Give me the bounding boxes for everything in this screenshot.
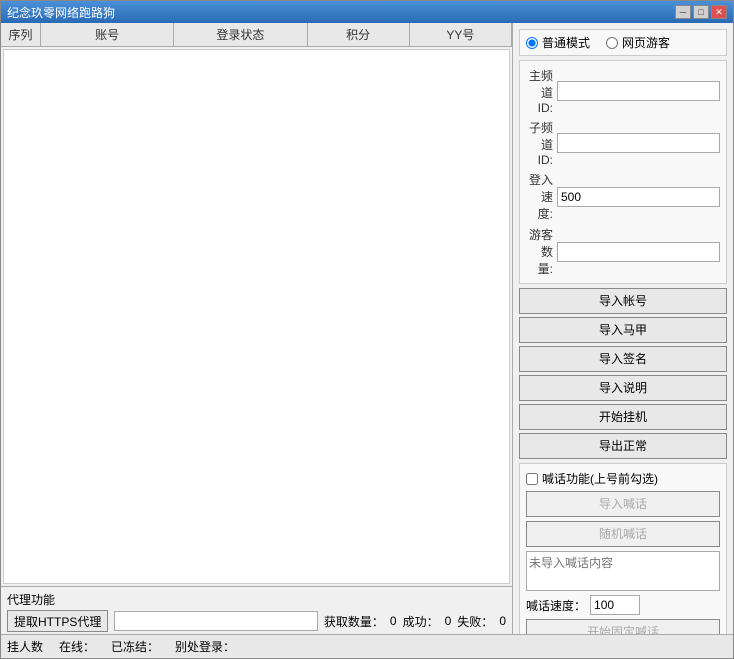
close-button[interactable]: ✕ (711, 5, 727, 19)
shout-speed-row: 喊话速度： (526, 595, 720, 615)
import-desc-button[interactable]: 导入说明 (519, 375, 727, 401)
guest-count-row: 游客数量: (526, 226, 720, 277)
status-bar: 挂人数 在线： 已冻结： 别处登录： (1, 634, 733, 658)
start-fixed-shout-button[interactable]: 开始固定喊话 (526, 619, 720, 634)
fetch-count-value: 0 (390, 614, 397, 628)
normal-mode-option[interactable]: 普通模式 (526, 34, 590, 51)
web-mode-label: 网页游客 (622, 34, 670, 51)
table-body (3, 49, 510, 584)
shout-textarea[interactable] (526, 551, 720, 591)
main-channel-row: 主频道ID: (526, 67, 720, 115)
import-account-button[interactable]: 导入帐号 (519, 288, 727, 314)
col-header-status: 登录状态 (174, 23, 307, 46)
success-label: 成功： (403, 613, 439, 630)
main-content: 序列 账号 登录状态 积分 YY号 代理功能 提取HTTPS代理 获取数量： 0… (1, 23, 733, 634)
normal-mode-radio[interactable] (526, 37, 538, 49)
diff-login-label: 别处登录： (175, 638, 235, 655)
col-header-yy: YY号 (410, 23, 512, 46)
export-normal-button[interactable]: 导出正常 (519, 433, 727, 459)
success-value: 0 (445, 614, 452, 628)
finished-label: 已冻结： (111, 638, 159, 655)
main-window: 纪念玖零网络跑路狗 ─ □ ✕ 序列 账号 登录状态 积分 YY号 代理功能 提… (0, 0, 734, 659)
online-label: 在线： (59, 638, 95, 655)
proxy-row: 提取HTTPS代理 获取数量： 0 成功： 0 失败： 0 (7, 610, 506, 632)
window-controls: ─ □ ✕ (675, 5, 727, 19)
main-channel-input[interactable] (557, 81, 720, 101)
finished-item: 已冻结： (111, 638, 159, 655)
guest-count-input[interactable] (557, 242, 720, 262)
shout-speed-label: 喊话速度： (526, 597, 586, 614)
random-shout-button[interactable]: 随机喊话 (526, 521, 720, 547)
proxy-input[interactable] (114, 611, 318, 631)
action-buttons: 导入帐号 导入马甲 导入签名 导入说明 开始挂机 导出正常 (519, 288, 727, 459)
web-mode-radio[interactable] (606, 37, 618, 49)
import-sign-button[interactable]: 导入签名 (519, 346, 727, 372)
table-header: 序列 账号 登录状态 积分 YY号 (1, 23, 512, 47)
fail-label: 失败： (457, 613, 493, 630)
main-channel-label: 主频道ID: (526, 67, 553, 115)
web-mode-option[interactable]: 网页游客 (606, 34, 670, 51)
config-form: 主频道ID: 子频道ID: 登入速度: 游客数量: (519, 60, 727, 284)
window-title: 纪念玖零网络跑路狗 (7, 4, 115, 21)
login-speed-row: 登入速度: (526, 171, 720, 222)
col-header-score: 积分 (308, 23, 410, 46)
sub-channel-row: 子频道ID: (526, 119, 720, 167)
proxy-label: 代理功能 (7, 591, 506, 608)
fetch-proxy-button[interactable]: 提取HTTPS代理 (7, 610, 108, 632)
fetch-count-label: 获取数量： (324, 613, 384, 630)
right-panel: 普通模式 网页游客 主频道ID: 子频道ID: 登入速度: (513, 23, 733, 634)
col-header-account: 账号 (41, 23, 174, 46)
shout-checkbox[interactable] (526, 473, 538, 485)
left-panel: 序列 账号 登录状态 积分 YY号 代理功能 提取HTTPS代理 获取数量： 0… (1, 23, 513, 634)
mode-group: 普通模式 网页游客 (519, 29, 727, 56)
start-bot-button[interactable]: 开始挂机 (519, 404, 727, 430)
login-speed-label: 登入速度: (526, 171, 553, 222)
login-speed-input[interactable] (557, 187, 720, 207)
sub-channel-input[interactable] (557, 133, 720, 153)
hang-count-item: 挂人数 (7, 638, 43, 655)
proxy-bar: 代理功能 提取HTTPS代理 获取数量： 0 成功： 0 失败： 0 (1, 586, 512, 634)
hang-count-label: 挂人数 (7, 638, 43, 655)
shout-speed-input[interactable] (590, 595, 640, 615)
maximize-button[interactable]: □ (693, 5, 709, 19)
col-header-seq: 序列 (1, 23, 41, 46)
title-bar: 纪念玖零网络跑路狗 ─ □ ✕ (1, 1, 733, 23)
shout-header-label: 喊话功能(上号前勾选) (542, 470, 658, 487)
import-armor-button[interactable]: 导入马甲 (519, 317, 727, 343)
minimize-button[interactable]: ─ (675, 5, 691, 19)
fail-value: 0 (499, 614, 506, 628)
shout-header: 喊话功能(上号前勾选) (526, 470, 720, 487)
normal-mode-label: 普通模式 (542, 34, 590, 51)
shout-section: 喊话功能(上号前勾选) 导入喊话 随机喊话 喊话速度： 开始固定喊话 (519, 463, 727, 634)
sub-channel-label: 子频道ID: (526, 119, 553, 167)
guest-count-label: 游客数量: (526, 226, 553, 277)
diff-login-item: 别处登录： (175, 638, 235, 655)
import-shout-button[interactable]: 导入喊话 (526, 491, 720, 517)
online-item: 在线： (59, 638, 95, 655)
